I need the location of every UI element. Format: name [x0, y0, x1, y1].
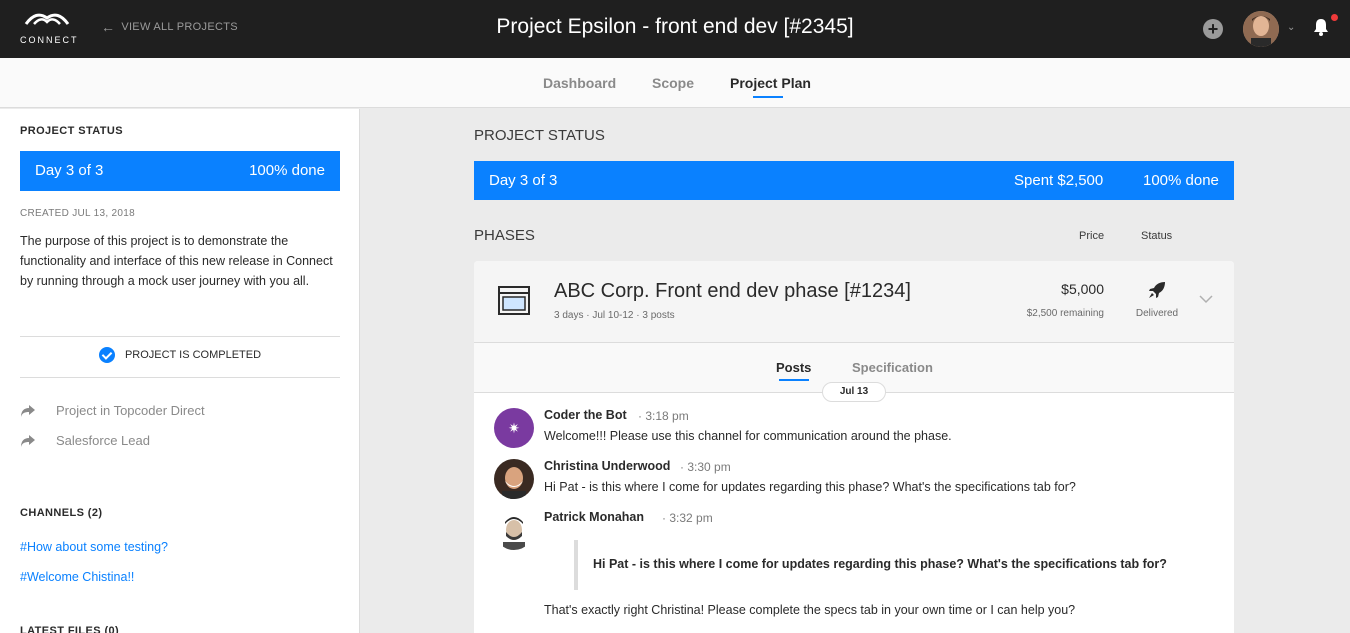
price-column-header: Price [1079, 230, 1105, 242]
bell-icon[interactable] [1313, 18, 1329, 36]
project-description: The purpose of this project is to demons… [20, 234, 333, 288]
add-icon[interactable]: + [1203, 19, 1223, 39]
user-avatar[interactable] [1243, 11, 1279, 47]
avatar [494, 459, 534, 499]
check-circle-icon [98, 347, 115, 363]
post-body: Welcome!!! Please use this channel for c… [544, 429, 952, 443]
topcoder-direct-link[interactable]: Project in Topcoder Direct [20, 403, 205, 418]
channel-link[interactable]: #Welcome Chistina!! [20, 570, 134, 584]
channels-heading: CHANNELS (2) [20, 507, 103, 519]
chevron-down-icon[interactable]: ⌄ [1287, 22, 1295, 33]
post-author: Coder the Bot [544, 408, 627, 422]
share-arrow-icon [21, 404, 35, 417]
tab-posts[interactable]: Posts [776, 360, 811, 375]
date-divider: Jul 13 [822, 382, 886, 402]
post-body: Hi Pat - is this where I come for update… [544, 480, 1076, 494]
phase-meta: 3 days · Jul 10-12 · 3 posts [554, 310, 675, 321]
latest-files-heading: LATEST FILES (0) [20, 625, 120, 633]
asterisk-icon: ✷ [508, 421, 520, 437]
post-time: · 3:18 pm [638, 409, 689, 423]
post-time: · 3:32 pm [662, 511, 713, 525]
phase-status: Delivered [1135, 308, 1179, 319]
connect-logo[interactable]: CONNECT [20, 10, 79, 46]
post-body: That's exactly right Christina! Please c… [544, 603, 1076, 617]
main-status-heading: PROJECT STATUS [474, 127, 605, 144]
post-time: · 3:30 pm [680, 460, 731, 474]
sidebar: PROJECT STATUS Day 3 of 3 100% done CREA… [0, 109, 360, 633]
link-label: Project in Topcoder Direct [56, 403, 205, 418]
arrow-left-icon: ← [101, 19, 116, 35]
share-arrow-icon [21, 434, 35, 447]
sidebar-status-day: Day 3 of 3 [35, 162, 104, 179]
avatar [494, 510, 534, 550]
project-nav: Dashboard Scope Project Plan [0, 58, 1350, 108]
divider [20, 336, 340, 337]
phase-price: $5,000 [1061, 281, 1104, 297]
tab-project-plan[interactable]: Project Plan [730, 75, 811, 91]
tab-dashboard[interactable]: Dashboard [543, 75, 616, 91]
main-status-bar: Day 3 of 3 Spent $2,500 100% done [474, 161, 1234, 200]
logo-icon [24, 13, 70, 25]
link-label: Salesforce Lead [56, 433, 150, 448]
salesforce-lead-link[interactable]: Salesforce Lead [20, 433, 150, 448]
logo-text: CONNECT [20, 35, 79, 45]
post-author: Christina Underwood [544, 459, 671, 473]
active-tab-indicator [779, 379, 809, 381]
created-date: CREATED JUL 13, 2018 [20, 208, 135, 219]
sidebar-status-heading: PROJECT STATUS [20, 125, 123, 137]
completed-label: PROJECT IS COMPLETED [124, 349, 262, 361]
tab-scope[interactable]: Scope [652, 75, 694, 91]
channel-link[interactable]: #How about some testing? [20, 540, 168, 554]
main-status-day: Day 3 of 3 [489, 172, 558, 189]
sidebar-status-bar: Day 3 of 3 100% done [20, 151, 340, 191]
post-author: Patrick Monahan [544, 510, 645, 524]
project-completed-indicator: PROJECT IS COMPLETED [20, 347, 340, 363]
tab-specification[interactable]: Specification [852, 360, 933, 375]
main-status-done: 100% done [1143, 172, 1219, 189]
main-status-spent: Spent $2,500 [1014, 172, 1104, 189]
top-bar: CONNECT ← VIEW ALL PROJECTS Project Epsi… [0, 0, 1350, 58]
user-avatar-image [1243, 11, 1279, 47]
chevron-down-icon[interactable] [1199, 294, 1213, 304]
sidebar-status-done: 100% done [249, 162, 325, 179]
rocket-icon [1149, 282, 1165, 298]
bot-avatar: ✷ [494, 408, 534, 448]
svg-text:✷: ✷ [508, 421, 520, 437]
divider [20, 377, 340, 378]
browser-window-icon [498, 286, 530, 315]
view-all-projects-link[interactable]: ← VIEW ALL PROJECTS [101, 20, 238, 34]
quote-text: Hi Pat - is this where I come for update… [593, 557, 1167, 571]
quoted-message: Hi Pat - is this where I come for update… [574, 540, 1204, 590]
phase-header[interactable]: ABC Corp. Front end dev phase [#1234] 3 … [474, 261, 1234, 343]
status-column-header: Status [1141, 230, 1173, 242]
avatar-image [494, 510, 534, 550]
avatar-image [494, 459, 534, 499]
phase-remaining: $2,500 remaining [1026, 308, 1104, 319]
phase-title: ABC Corp. Front end dev phase [#1234] [554, 280, 911, 302]
phase-card: ABC Corp. Front end dev phase [#1234] 3 … [474, 261, 1234, 633]
phases-heading: PHASES [474, 227, 535, 244]
back-link-label: VIEW ALL PROJECTS [121, 21, 238, 33]
notification-dot [1331, 14, 1338, 21]
active-tab-indicator [753, 96, 783, 98]
